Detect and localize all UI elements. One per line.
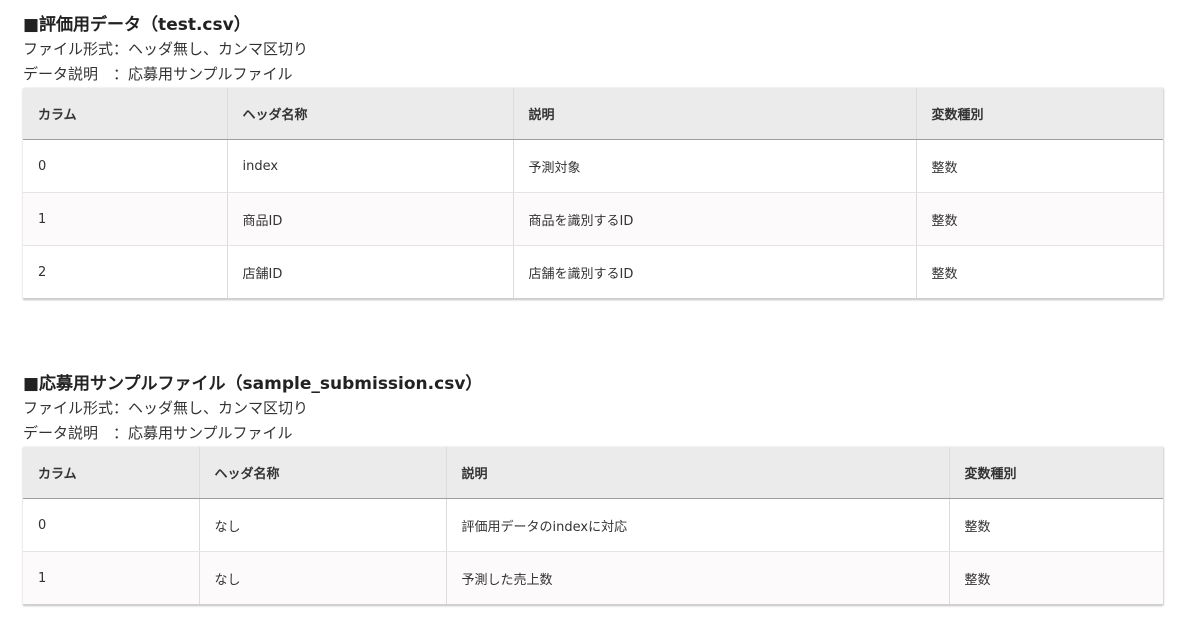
cell-header-name: 店舗ID [227, 245, 514, 299]
cell-header-name: なし [199, 498, 447, 552]
submission-data-table: カラム ヘッダ名称 説明 変数種別 0 なし 評価用データのindexに対応 整… [23, 447, 1163, 605]
cell-column: 2 [23, 245, 228, 299]
cell-variable-type: 整数 [949, 498, 1163, 552]
column-header-column: カラム [23, 88, 228, 140]
data-description-line: データ説明 ：応募用サンプルファイル [23, 424, 293, 442]
cell-description: 予測対象 [513, 139, 917, 193]
cell-variable-type: 整数 [916, 192, 1163, 246]
column-header-variable-type: 変数種別 [916, 88, 1163, 140]
cell-header-name: 商品ID [227, 192, 514, 246]
cell-description: 予測した売上数 [446, 551, 950, 605]
cell-description: 店舗を識別するID [513, 245, 917, 299]
cell-description: 評価用データのindexに対応 [446, 498, 950, 552]
cell-header-name: なし [199, 551, 447, 605]
table-row: 2 店舗ID 店舗を識別するID 整数 [23, 245, 1163, 299]
cell-variable-type: 整数 [916, 245, 1163, 299]
cell-header-name: index [227, 139, 514, 193]
table-row: 1 なし 予測した売上数 整数 [23, 551, 1163, 605]
cell-column: 1 [23, 192, 228, 246]
submission-data-section: ■応募用サンプルファイル（sample_submission.csv） ファイル… [23, 373, 1163, 605]
test-data-section: ■評価用データ（test.csv） ファイル形式：ヘッダ無し、カンマ区切り デー… [23, 14, 1163, 299]
table-row: 0 なし 評価用データのindexに対応 整数 [23, 498, 1163, 552]
column-header-description: 説明 [513, 88, 917, 140]
table-header-row: カラム ヘッダ名称 説明 変数種別 [23, 447, 1163, 499]
section-title: ■応募用サンプルファイル（sample_submission.csv） [23, 374, 483, 394]
column-header-header-name: ヘッダ名称 [199, 447, 447, 499]
table-row: 1 商品ID 商品を識別するID 整数 [23, 192, 1163, 246]
column-header-header-name: ヘッダ名称 [227, 88, 514, 140]
file-format-line: ファイル形式：ヘッダ無し、カンマ区切り [23, 40, 309, 58]
cell-column: 1 [23, 551, 200, 605]
cell-description: 商品を識別するID [513, 192, 917, 246]
column-header-description: 説明 [446, 447, 950, 499]
cell-variable-type: 整数 [916, 139, 1163, 193]
cell-variable-type: 整数 [949, 551, 1163, 605]
table-row: 0 index 予測対象 整数 [23, 139, 1163, 193]
column-header-variable-type: 変数種別 [949, 447, 1163, 499]
section-title: ■評価用データ（test.csv） [23, 15, 251, 35]
test-data-table: カラム ヘッダ名称 説明 変数種別 0 index 予測対象 整数 1 商品ID… [23, 88, 1163, 299]
cell-column: 0 [23, 139, 228, 193]
cell-column: 0 [23, 498, 200, 552]
file-format-line: ファイル形式：ヘッダ無し、カンマ区切り [23, 399, 309, 417]
column-header-column: カラム [23, 447, 200, 499]
data-description-line: データ説明 ：応募用サンプルファイル [23, 65, 293, 83]
table-header-row: カラム ヘッダ名称 説明 変数種別 [23, 88, 1163, 140]
